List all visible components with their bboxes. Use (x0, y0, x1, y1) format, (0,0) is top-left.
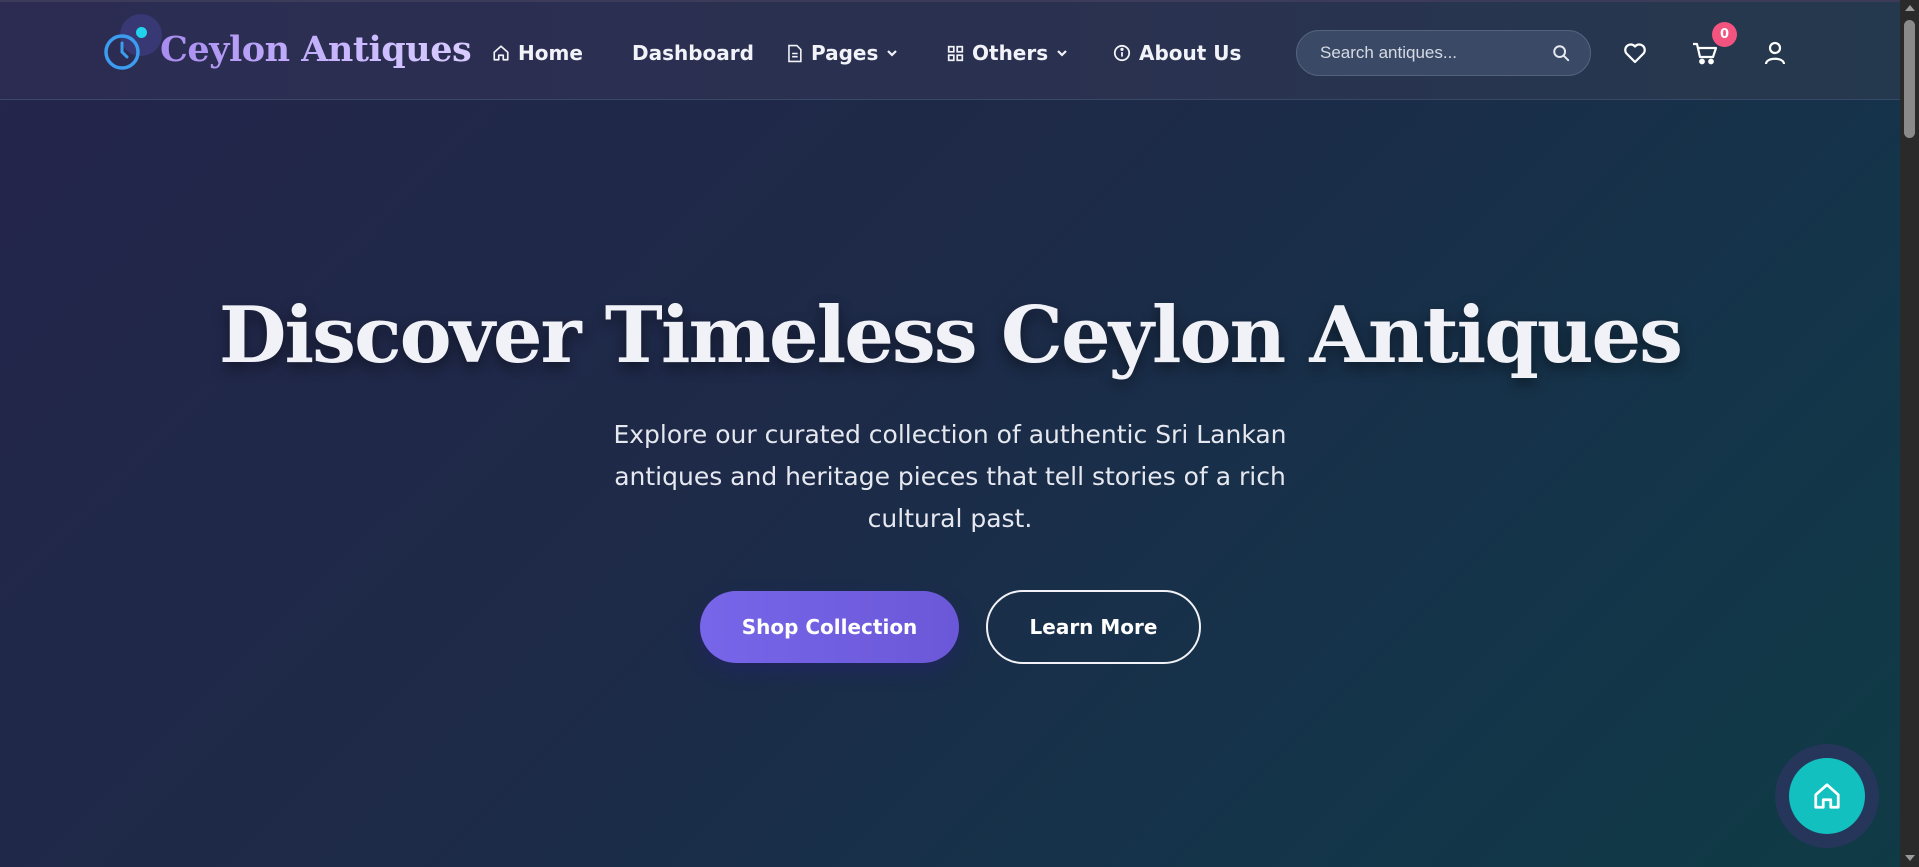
nav-label-others: Others (972, 41, 1049, 65)
nav-label-home: Home (518, 41, 583, 65)
cart-count-badge: 0 (1712, 22, 1737, 47)
search-icon[interactable] (1552, 44, 1570, 62)
clock-icon (104, 34, 140, 70)
home-fab-button[interactable] (1789, 758, 1865, 834)
nav-label-pages: Pages (811, 41, 879, 65)
nav-item-others[interactable]: Others (947, 38, 1068, 68)
site-header: Ceylon Antiques Home Dashboard Pages Oth… (0, 0, 1900, 100)
scrollbar-thumb[interactable] (1904, 20, 1915, 138)
hero-title: Discover Timeless Ceylon Antiques (218, 290, 1683, 381)
cart-icon (1693, 42, 1718, 65)
page-scrollbar[interactable] (1900, 0, 1919, 867)
hero-subtitle: Explore our curated collection of authen… (613, 420, 1287, 533)
scroll-down-arrow[interactable] (1905, 855, 1915, 861)
account-button[interactable] (1760, 38, 1790, 68)
nav-item-dashboard[interactable]: Dashboard (632, 38, 754, 68)
shop-collection-button[interactable]: Shop Collection (700, 591, 959, 663)
nav-label-dashboard: Dashboard (632, 41, 754, 65)
document-icon (788, 44, 802, 62)
search-input[interactable] (1320, 43, 1552, 63)
nav-item-pages[interactable]: Pages (786, 38, 898, 68)
heart-icon (1624, 43, 1646, 64)
chevron-down-icon (887, 50, 898, 57)
logo-dot (136, 27, 147, 38)
nav-item-about[interactable]: About Us (1113, 38, 1241, 68)
wishlist-button[interactable] (1620, 38, 1650, 68)
search-bar (1296, 30, 1591, 76)
learn-more-button[interactable]: Learn More (986, 590, 1201, 664)
chevron-down-icon (1057, 50, 1067, 57)
info-icon (1113, 44, 1131, 62)
grid-icon (947, 45, 964, 61)
brand-name: Ceylon Antiques (160, 29, 472, 70)
nav-item-home[interactable]: Home (492, 38, 583, 68)
nav-label-about: About Us (1139, 41, 1242, 65)
home-icon (1814, 783, 1840, 809)
scroll-up-arrow[interactable] (1905, 5, 1915, 11)
home-icon (493, 45, 509, 61)
user-icon (1764, 41, 1786, 65)
